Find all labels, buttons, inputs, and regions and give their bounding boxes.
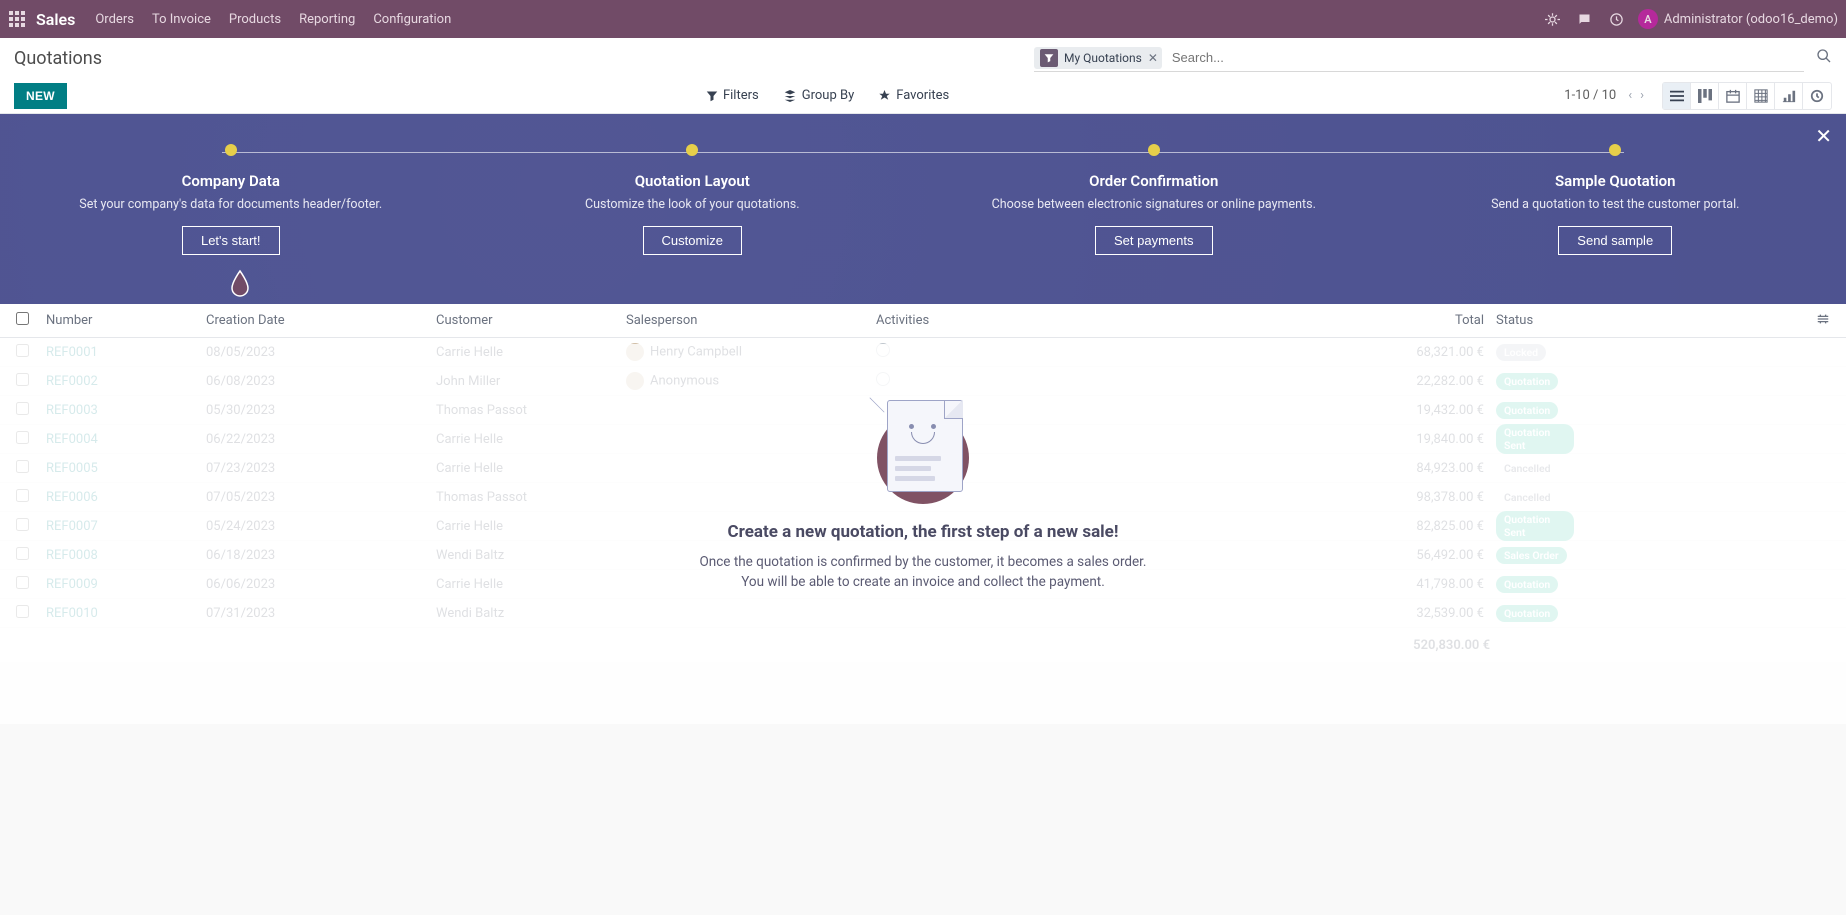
col-creation-date[interactable]: Creation Date [200, 313, 430, 328]
columns-options-icon[interactable] [1816, 315, 1830, 330]
quotation-table: Number Creation Date Customer Salesperso… [0, 304, 1846, 662]
nav-orders[interactable]: Orders [95, 12, 134, 27]
nav-configuration[interactable]: Configuration [373, 12, 451, 27]
breadcrumb-row: Quotations My Quotations ✕ [0, 38, 1846, 78]
nav-reporting[interactable]: Reporting [299, 12, 355, 27]
col-activities[interactable]: Activities [870, 313, 1300, 328]
filters-button[interactable]: Filters [706, 88, 759, 103]
pager-text[interactable]: 1-10 / 10 [1564, 88, 1616, 103]
avatar: A [1638, 9, 1658, 29]
step-desc: Send a quotation to test the customer po… [1415, 196, 1817, 214]
search-chip[interactable]: My Quotations ✕ [1034, 47, 1162, 69]
apps-icon[interactable] [8, 10, 26, 28]
document-smile-icon: ＼ [873, 394, 973, 504]
step-dot-icon [1609, 144, 1621, 156]
view-kanban-icon[interactable] [1691, 83, 1719, 109]
view-switcher [1662, 82, 1832, 110]
col-salesperson[interactable]: Salesperson [620, 313, 870, 328]
step-cta-button[interactable]: Send sample [1558, 226, 1672, 255]
col-status[interactable]: Status [1490, 313, 1580, 328]
step-desc: Set your company's data for documents he… [30, 196, 432, 214]
group-by-button[interactable]: Group By [783, 88, 855, 103]
new-button[interactable]: NEW [14, 83, 67, 109]
empty-state-overlay: ＼ Create a new quotation, the first step… [0, 344, 1846, 724]
search-input[interactable] [1168, 48, 1804, 67]
user-label: Administrator (odoo16_demo) [1664, 12, 1838, 27]
select-all-checkbox[interactable] [16, 312, 29, 325]
step-dot-icon [225, 144, 237, 156]
step-dot-icon [686, 144, 698, 156]
empty-text: Once the quotation is confirmed by the c… [700, 552, 1147, 593]
nav-products[interactable]: Products [229, 12, 281, 27]
onboarding-step-layout: Quotation Layout Customize the look of y… [462, 132, 924, 255]
pager-next-icon[interactable]: › [1636, 88, 1648, 103]
view-activity-icon[interactable] [1803, 83, 1831, 109]
filter-icon [1040, 49, 1058, 67]
toolbar: NEW Filters Group By Favorites 1-10 / 10… [0, 78, 1846, 114]
page-title: Quotations [14, 48, 102, 69]
chip-close-icon[interactable]: ✕ [1148, 51, 1158, 65]
search-chip-label: My Quotations [1064, 51, 1142, 65]
chat-icon[interactable] [1572, 6, 1598, 32]
step-cta-button[interactable]: Customize [643, 226, 742, 255]
onboarding-step-company: Company Data Set your company's data for… [0, 132, 462, 255]
download-icon[interactable] [77, 87, 91, 105]
step-desc: Choose between electronic signatures or … [953, 196, 1355, 214]
clock-icon[interactable] [1604, 6, 1630, 32]
step-title: Quotation Layout [492, 172, 894, 190]
step-cta-button[interactable]: Set payments [1095, 226, 1213, 255]
view-pivot-icon[interactable] [1747, 83, 1775, 109]
step-dot-icon [1148, 144, 1160, 156]
nav-brand[interactable]: Sales [36, 10, 75, 29]
top-nav: Sales Orders To Invoice Products Reporti… [0, 0, 1846, 38]
table-header: Number Creation Date Customer Salesperso… [0, 304, 1846, 338]
step-title: Order Confirmation [953, 172, 1355, 190]
view-calendar-icon[interactable] [1719, 83, 1747, 109]
step-title: Company Data [30, 172, 432, 190]
pager-prev-icon[interactable]: ‹ [1624, 88, 1636, 103]
view-graph-icon[interactable] [1775, 83, 1803, 109]
onboarding-step-sample: Sample Quotation Send a quotation to tes… [1385, 132, 1846, 255]
user-menu[interactable]: A Administrator (odoo16_demo) [1638, 9, 1838, 29]
nav-to-invoice[interactable]: To Invoice [152, 12, 211, 27]
drop-indicator-icon [229, 269, 251, 301]
onboarding-step-confirmation: Order Confirmation Choose between electr… [923, 132, 1385, 255]
onboarding-banner: ✕ Company Data Set your company's data f… [0, 114, 1846, 304]
step-title: Sample Quotation [1415, 172, 1817, 190]
view-list-icon[interactable] [1663, 83, 1691, 109]
col-customer[interactable]: Customer [430, 313, 620, 328]
search-icon[interactable] [1816, 48, 1832, 68]
col-number[interactable]: Number [40, 313, 200, 328]
search-box[interactable]: My Quotations ✕ [1034, 44, 1804, 72]
bug-icon[interactable] [1540, 6, 1566, 32]
step-cta-button[interactable]: Let's start! [182, 226, 280, 255]
favorites-button[interactable]: Favorites [878, 88, 949, 103]
col-total[interactable]: Total [1300, 313, 1490, 328]
step-desc: Customize the look of your quotations. [492, 196, 894, 214]
empty-title: Create a new quotation, the first step o… [728, 522, 1119, 542]
